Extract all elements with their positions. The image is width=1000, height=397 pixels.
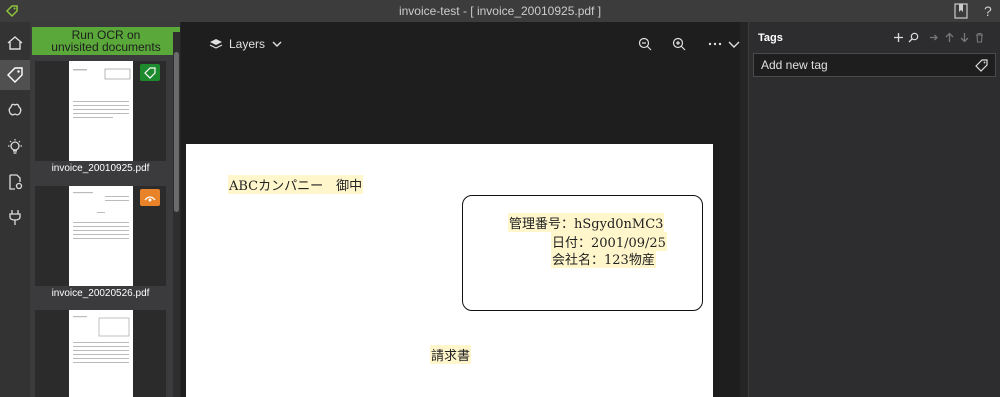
document-page: ABCカンパニー 御中 管理番号：hSgyd0nMC3 日付：2001/09/2… [186, 144, 713, 397]
visited-badge [140, 189, 160, 206]
search-icon[interactable] [908, 32, 919, 43]
lightbulb-icon [8, 139, 22, 154]
trash-icon[interactable] [974, 32, 985, 43]
thumbnail-filename: invoice_20010925.pdf [51, 163, 150, 174]
tags-panel: Tags [748, 22, 1000, 397]
visited-icon [144, 195, 156, 201]
ocr-text-company-name[interactable]: 会社名：123物産 [551, 249, 656, 268]
thumbnail-item[interactable]: invoice_20020526.pdf [35, 186, 166, 302]
add-icon[interactable] [893, 32, 904, 43]
chevron-down-icon [728, 41, 740, 48]
home-icon [7, 36, 23, 50]
thumbnail-page [69, 186, 133, 286]
thumbnail-page [69, 310, 133, 397]
document-viewer: Layers ABCカンパニー 御中 管理番号：hSgyd0nMC3 日付：20… [181, 22, 748, 397]
analyze-button[interactable] [0, 132, 30, 162]
thumbnail-item[interactable]: invoice_20010925.pdf [35, 61, 166, 177]
collapse-button[interactable] [728, 36, 740, 52]
thumbnail-scrollbar[interactable] [173, 32, 180, 397]
arrow-down-icon[interactable] [959, 32, 970, 43]
more-icon [708, 42, 722, 46]
tag-icon [7, 67, 23, 83]
arrow-up-icon[interactable] [944, 32, 955, 43]
add-tag-input[interactable] [753, 53, 996, 77]
ocr-text-management-number[interactable]: 管理番号：hSgyd0nMC3 [508, 213, 665, 232]
plug-icon [9, 210, 21, 225]
layers-dropdown[interactable]: Layers [209, 36, 283, 52]
model-compose-button[interactable] [0, 167, 30, 197]
thumbnail-page [69, 61, 133, 161]
zoom-in-button[interactable] [672, 36, 686, 52]
ocr-text-heading[interactable]: 請求書 [430, 345, 472, 364]
connections-button[interactable] [0, 202, 30, 232]
help-icon[interactable]: ? [980, 2, 996, 20]
run-ocr-button[interactable]: Run OCR on unvisited documents [32, 27, 180, 55]
scrollbar-thumb[interactable] [174, 52, 179, 212]
tagged-badge [140, 64, 160, 81]
thumbnail-filename: invoice_20020526.pdf [51, 288, 150, 299]
document-settings-icon [9, 174, 23, 190]
window-title: invoice-test - [ invoice_20010925.pdf ] [398, 4, 602, 18]
layers-icon [209, 39, 223, 49]
home-button[interactable] [0, 28, 30, 58]
bookmark-icon[interactable] [953, 2, 969, 20]
zoom-out-icon [638, 37, 652, 51]
viewer-scrollbar[interactable] [740, 22, 748, 397]
tags-toolbar [893, 30, 985, 44]
brain-icon [8, 103, 22, 116]
train-button[interactable] [0, 95, 30, 125]
run-ocr-label-line2: unvisited documents [51, 40, 161, 54]
tag-icon [144, 66, 156, 79]
chevron-down-icon [272, 41, 282, 47]
move-icon[interactable] [929, 32, 940, 43]
zoom-out-button[interactable] [638, 36, 652, 52]
tags-panel-title: Tags [758, 32, 783, 44]
more-options-button[interactable] [708, 36, 722, 52]
zoom-in-icon [672, 37, 686, 51]
tags-view-button[interactable] [0, 60, 30, 90]
title-bar: invoice-test - [ invoice_20010925.pdf ] … [0, 0, 1000, 22]
activity-bar [0, 22, 30, 397]
svg-text:?: ? [984, 3, 992, 19]
thumbnail-panel: Run OCR on unvisited documents invoice_2… [30, 22, 180, 397]
ocr-text-addressee[interactable]: ABCカンパニー 御中 [228, 175, 364, 194]
layers-label: Layers [229, 37, 266, 51]
tag-icon [975, 59, 988, 72]
thumbnail-item[interactable] [35, 310, 166, 397]
